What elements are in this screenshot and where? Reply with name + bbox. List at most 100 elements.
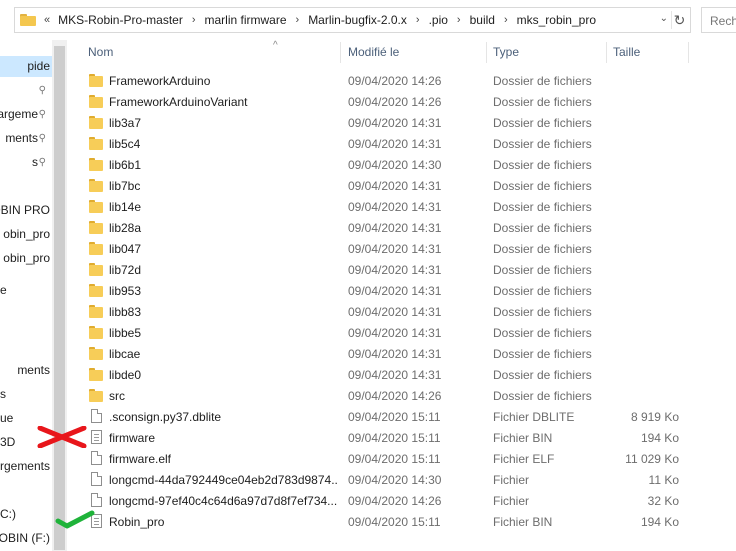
folder-icon <box>89 388 103 403</box>
nav-item-label: s <box>32 155 38 169</box>
column-header-size[interactable]: Taille <box>613 45 640 59</box>
file-modified-date: 09/04/2020 14:26 <box>348 389 442 403</box>
chevron-right-icon[interactable]: › <box>457 14 461 26</box>
nav-item-label: argeme <box>0 107 38 121</box>
file-row[interactable]: lib953 09/04/2020 14:31 Dossier de fichier… <box>67 280 736 301</box>
file-modified-date: 09/04/2020 15:11 <box>348 431 441 445</box>
file-row[interactable]: src 09/04/2020 14:26 Dossier de fichiers <box>67 385 736 406</box>
file-row[interactable]: libde0 09/04/2020 14:31 Dossier de fichier… <box>67 364 736 385</box>
file-row[interactable]: lib7bc 09/04/2020 14:31 Dossier de fichier… <box>67 175 736 196</box>
nav-item[interactable]: argements <box>0 456 52 477</box>
file-name: lib6b1 <box>109 158 142 172</box>
nav-item[interactable]: obin_pro <box>0 224 52 245</box>
file-row[interactable]: FrameworkArduinoVariant 09/04/2020 14:26 D… <box>67 91 736 112</box>
folder-icon <box>89 115 103 130</box>
folder-icon <box>89 157 103 172</box>
file-icon <box>91 472 102 486</box>
nav-item[interactable]: ROBIN PRO <box>0 200 52 221</box>
nav-item-label: obin_pro <box>3 227 50 241</box>
folder-icon <box>89 304 103 319</box>
nav-item[interactable]: argeme ⚲ <box>0 104 52 125</box>
file-row[interactable]: lib6b1 09/04/2020 14:30 Dossier de fichier… <box>67 154 736 175</box>
file-row[interactable]: lib3a7 09/04/2020 14:31 Dossier de fichier… <box>67 112 736 133</box>
breadcrumb-item[interactable]: marlin firmware <box>205 13 287 27</box>
breadcrumb-item[interactable]: build <box>470 13 495 27</box>
file-row[interactable]: longcmd-44da792449ce04eb2d783d9874... 09/… <box>67 469 736 490</box>
nav-item-label: ue <box>0 411 14 425</box>
file-name: libbe5 <box>109 326 142 340</box>
nav-item-label: s <box>0 387 6 401</box>
nav-item[interactable]: s <box>0 384 52 405</box>
file-type: Dossier de fichiers <box>493 221 592 235</box>
nav-item[interactable]: ments <box>0 360 52 381</box>
file-type: Dossier de fichiers <box>493 137 592 151</box>
chevron-right-icon[interactable]: › <box>416 14 420 26</box>
folder-icon <box>89 346 103 361</box>
nav-item[interactable]: obin_pro <box>0 248 52 269</box>
column-divider[interactable] <box>688 42 689 63</box>
file-modified-date: 09/04/2020 14:31 <box>348 326 442 340</box>
file-row[interactable]: libbe5 09/04/2020 14:31 Dossier de fichier… <box>67 322 736 343</box>
nav-item[interactable]: e <box>0 280 52 301</box>
address-bar-row: « MKS-Robin-Pro-master › marlin firmware… <box>0 0 736 40</box>
file-row[interactable]: lib14e 09/04/2020 14:31 Dossier de fichier… <box>67 196 736 217</box>
file-row[interactable]: lib28a 09/04/2020 14:31 Dossier de fichier… <box>67 217 736 238</box>
file-modified-date: 09/04/2020 14:30 <box>348 473 442 487</box>
breadcrumb-item[interactable]: mks_robin_pro <box>517 13 596 27</box>
nav-item[interactable]: s ⚲ <box>0 152 52 173</box>
nav-scrollbar[interactable] <box>52 40 67 551</box>
pin-icon: ⚲ <box>38 109 46 120</box>
column-header-date[interactable]: Modifié le <box>348 45 399 59</box>
file-modified-date: 09/04/2020 15:11 <box>348 410 441 424</box>
nav-item[interactable]: ments ⚲ <box>0 128 52 149</box>
folder-icon <box>20 14 36 26</box>
file-name: lib047 <box>109 242 142 256</box>
breadcrumb-item[interactable]: MKS-Robin-Pro-master <box>58 13 183 27</box>
folder-icon <box>89 262 103 277</box>
file-type: Dossier de fichiers <box>493 95 592 109</box>
file-row[interactable]: FrameworkArduino 09/04/2020 14:26 Dossier … <box>67 70 736 91</box>
breadcrumb-item[interactable]: Marlin-bugfix-2.0.x <box>308 13 407 27</box>
chevron-right-icon[interactable]: › <box>296 14 300 26</box>
column-divider[interactable] <box>486 42 487 63</box>
nav-scrollbar-thumb[interactable] <box>54 46 65 550</box>
file-row[interactable]: firmware.elf 09/04/2020 15:11 Fichier ELF 1… <box>67 448 736 469</box>
column-header-name[interactable]: Nom <box>88 45 113 59</box>
file-row[interactable]: firmware 09/04/2020 15:11 Fichier BIN 194 K… <box>67 427 736 448</box>
file-modified-date: 09/04/2020 14:31 <box>348 221 442 235</box>
column-divider[interactable] <box>606 42 607 63</box>
file-modified-date: 09/04/2020 15:11 <box>348 515 441 529</box>
file-name: lib28a <box>109 221 142 235</box>
file-row[interactable]: lib72d 09/04/2020 14:31 Dossier de fichier… <box>67 259 736 280</box>
address-bar[interactable]: « MKS-Robin-Pro-master › marlin firmware… <box>14 7 691 33</box>
file-row[interactable]: libb83 09/04/2020 14:31 Dossier de fichier… <box>67 301 736 322</box>
file-row[interactable]: Robin_pro 09/04/2020 15:11 Fichier BIN 194 … <box>67 511 736 532</box>
column-header-type[interactable]: Type <box>493 45 519 59</box>
file-type: Dossier de fichiers <box>493 368 592 382</box>
file-modified-date: 09/04/2020 14:31 <box>348 116 442 130</box>
nav-item[interactable]: ⚲ <box>0 80 52 101</box>
file-name: lib3a7 <box>109 116 142 130</box>
file-row[interactable]: lib5c4 09/04/2020 14:31 Dossier de fichier… <box>67 133 736 154</box>
file-row[interactable]: lib047 09/04/2020 14:31 Dossier de fichier… <box>67 238 736 259</box>
breadcrumb-item[interactable]: .pio <box>429 13 448 27</box>
file-type: Dossier de fichiers <box>493 389 592 403</box>
file-modified-date: 09/04/2020 14:31 <box>348 347 442 361</box>
file-name: Robin_pro <box>109 515 165 529</box>
chevron-down-icon[interactable]: ⌄ <box>660 13 668 24</box>
chevron-right-icon[interactable]: › <box>192 14 196 26</box>
file-row[interactable]: longcmd-97ef40c4c64d6a97d7d8f7ef734... 09… <box>67 490 736 511</box>
chevron-right-icon[interactable]: › <box>504 14 508 26</box>
file-modified-date: 09/04/2020 14:31 <box>348 284 442 298</box>
nav-item[interactable]: pide <box>0 56 52 77</box>
file-modified-date: 09/04/2020 14:31 <box>348 200 442 214</box>
file-type: Dossier de fichiers <box>493 242 592 256</box>
file-row[interactable]: .sconsign.py37.dblite 09/04/2020 15:11 Fic… <box>67 406 736 427</box>
refresh-icon[interactable]: ↻ <box>671 11 687 29</box>
nav-item[interactable]: OBIN (F:) <box>0 528 52 549</box>
column-divider[interactable] <box>340 42 341 63</box>
nav-item[interactable]: C:) <box>0 504 52 525</box>
breadcrumb-overflow-button[interactable]: « <box>44 14 50 26</box>
file-row[interactable]: libcae 09/04/2020 14:31 Dossier de fichier… <box>67 343 736 364</box>
search-input[interactable]: Rech <box>701 7 736 33</box>
